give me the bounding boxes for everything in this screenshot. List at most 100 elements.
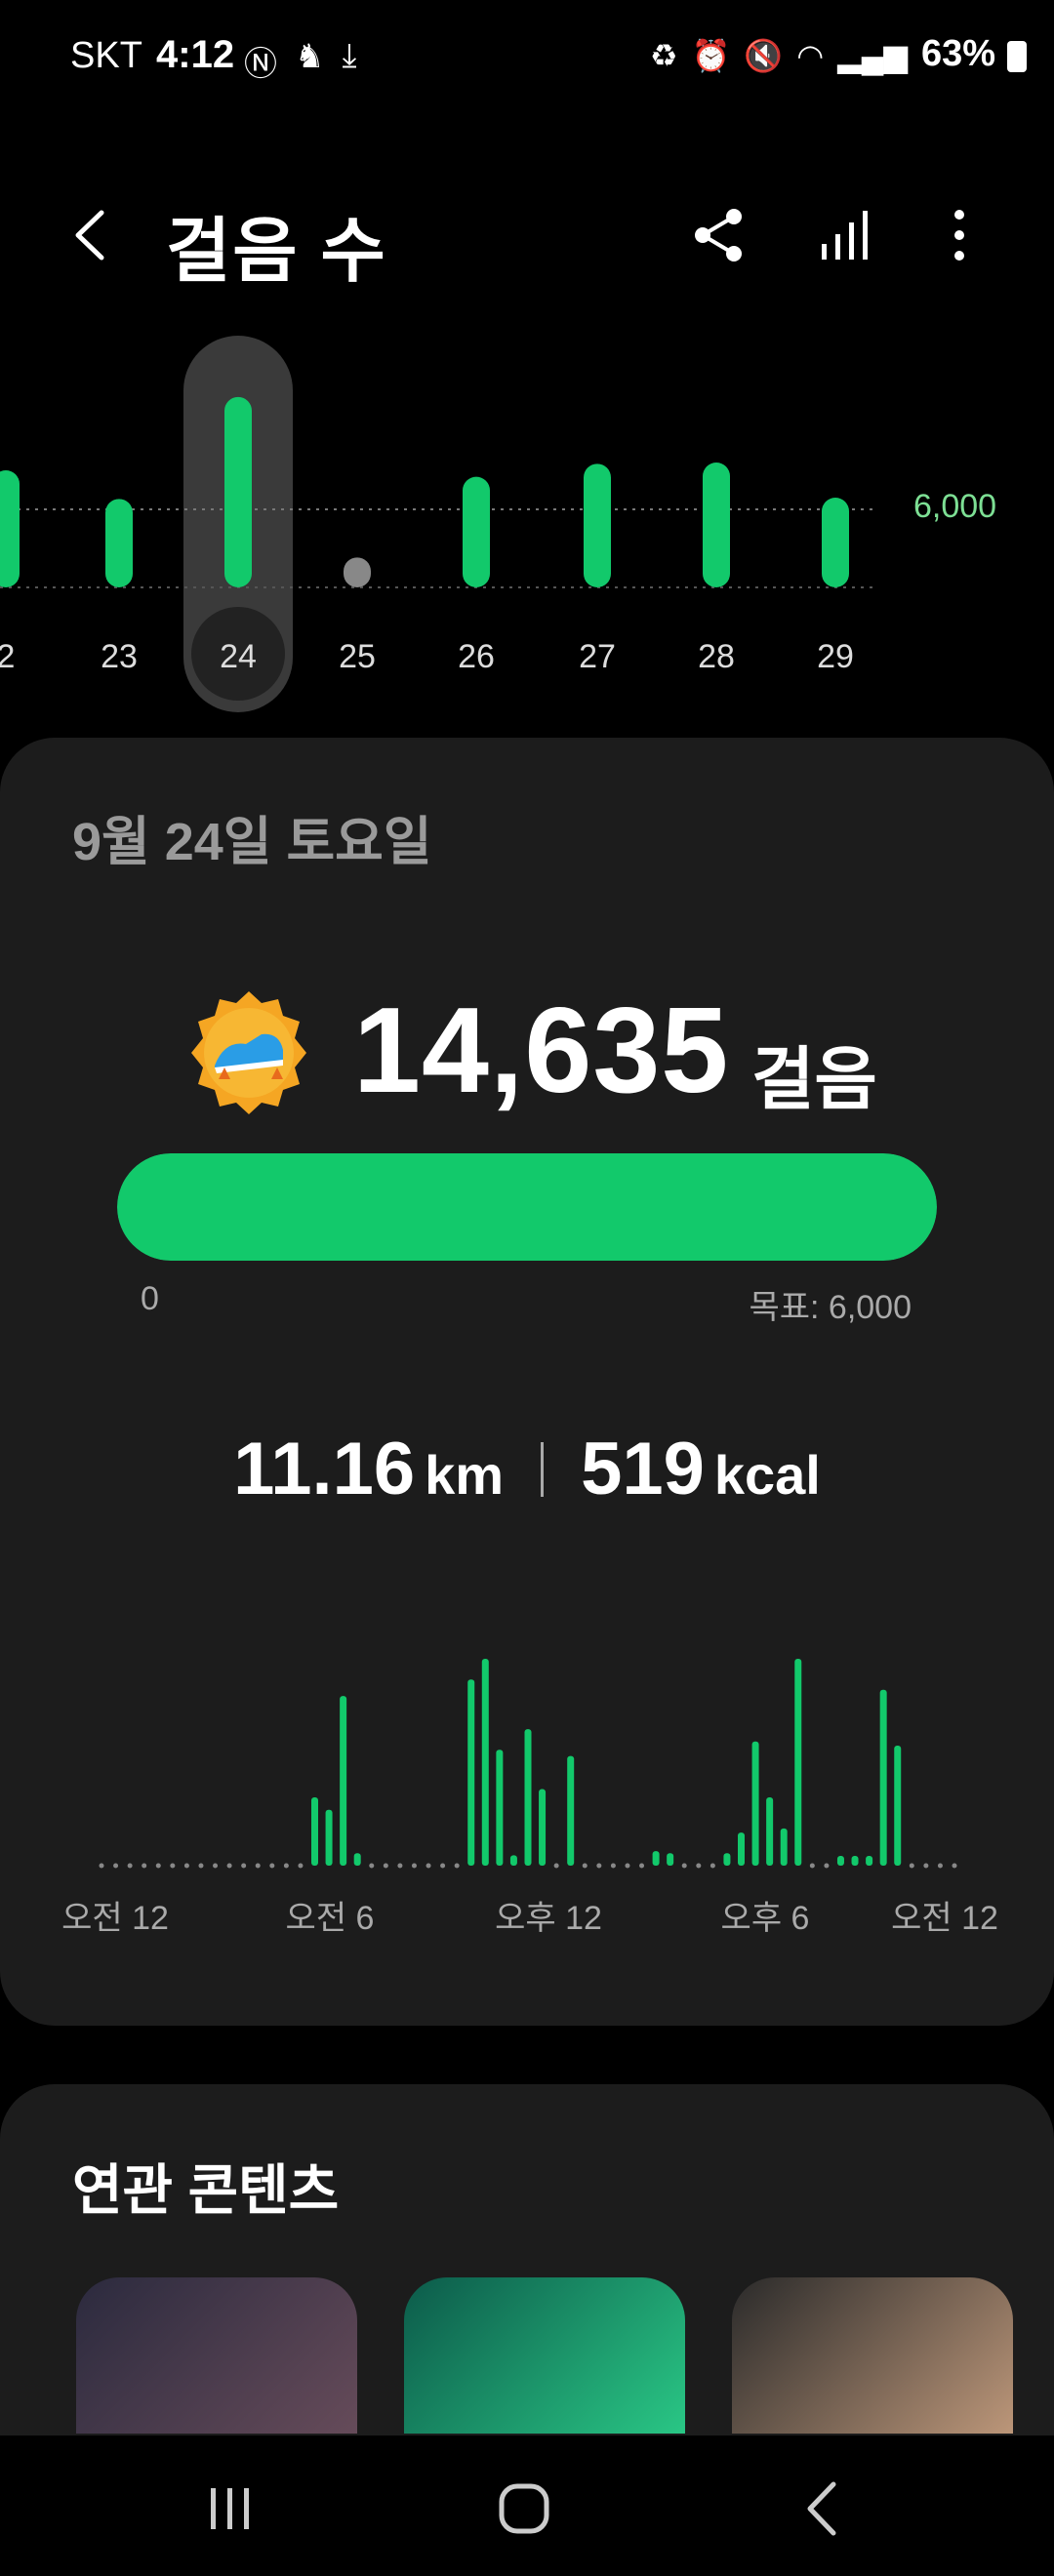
more-options-button[interactable] (925, 201, 993, 269)
milky-way-thumb[interactable] (76, 2277, 357, 2434)
alarm-icon: ⏰ (691, 38, 731, 73)
hour-dot (582, 1863, 588, 1869)
day-bar-24 (224, 396, 252, 587)
system-nav-bar (0, 2435, 1054, 2576)
hour-dot (809, 1863, 815, 1869)
daily-steps-chart[interactable]: 2 23 24 25 26 27 28 29 6,000 (0, 332, 1054, 722)
hour-bar (652, 1851, 660, 1866)
share-button[interactable] (685, 201, 753, 269)
stats-button[interactable] (812, 201, 880, 269)
home-button[interactable] (480, 2465, 568, 2553)
daily-bars: 2 23 24 25 26 27 28 29 (0, 336, 878, 712)
distance-unit: km (425, 1444, 505, 1506)
distance-value: 11.16 (233, 1428, 416, 1510)
calories-unit: kcal (713, 1444, 821, 1506)
day-bar-23 (105, 499, 133, 587)
day-label-26: 26 (458, 638, 495, 675)
wifi-icon: ◠ (796, 38, 825, 73)
recycle-icon: ♻ (649, 38, 678, 73)
hour-dot (426, 1863, 431, 1869)
hour-bar (667, 1853, 674, 1866)
recents-button[interactable] (185, 2465, 273, 2553)
game-icon: ♞ (295, 38, 325, 75)
hour-dot (127, 1863, 133, 1869)
status-bar: SKT 4:12 Ⓝ ♞ ⤓ ♻ ⏰ 🔇 ◠ ▂▄▆ 63% (0, 0, 1054, 115)
hour-bar (353, 1853, 361, 1866)
day-label-29: 29 (817, 638, 854, 675)
hour-dot (226, 1863, 232, 1869)
home-icon (499, 2483, 549, 2534)
hour-bar (325, 1809, 333, 1866)
related-content-title: 연관 콘텐츠 (72, 2159, 340, 2221)
fitness-man-thumb[interactable] (732, 2277, 1013, 2434)
day-bar-28 (703, 463, 730, 587)
hour-bar (467, 1679, 475, 1866)
selected-date: 9월 24일 토요일 (72, 813, 432, 871)
hour-dot (183, 1863, 189, 1869)
hour-bar (539, 1789, 547, 1866)
hour-label-2: 오후 12 (495, 1900, 602, 1937)
green-swirl-thumb[interactable] (404, 2277, 685, 2434)
day-label-2: 2 (0, 638, 15, 675)
hour-dot (255, 1863, 261, 1869)
hour-dot (625, 1863, 630, 1869)
related-thumbnails (76, 2277, 1054, 2434)
system-back-button[interactable] (779, 2465, 867, 2553)
back-button[interactable] (59, 201, 127, 269)
day-label-23: 23 (101, 638, 138, 675)
hour-dot (937, 1863, 943, 1869)
hourly-steps-chart (0, 1639, 1054, 1932)
hourly-bars (99, 1659, 957, 1869)
signal-icon: ▂▄▆ (837, 38, 908, 73)
steps-count: 14,635 (353, 984, 730, 1118)
day-label-25: 25 (339, 638, 376, 675)
hour-label-4: 오전 12 (891, 1900, 998, 1937)
hour-bar (794, 1659, 802, 1866)
progress-min-label: 0 (141, 1280, 159, 1317)
goal-line-label: 6,000 (913, 488, 997, 525)
hour-bar (311, 1797, 318, 1866)
hour-label-0: 오전 12 (61, 1900, 169, 1937)
status-icons-right: ♻ ⏰ 🔇 ◠ ▂▄▆ (650, 37, 908, 74)
hour-dot (397, 1863, 403, 1869)
progress-goal-label: 목표: 6,000 (749, 1289, 912, 1326)
hour-dot (681, 1863, 687, 1869)
day-bar-27 (584, 463, 611, 587)
shoe-medal-icon (191, 991, 306, 1114)
carrier-label: SKT (70, 35, 142, 76)
hour-dot (923, 1863, 929, 1869)
day-bar-26 (463, 476, 490, 587)
hour-dot (369, 1863, 375, 1869)
nfc-icon: Ⓝ (244, 46, 277, 83)
day-bar-29 (822, 498, 849, 587)
distance-calories-row: 11.16 km 519 kcal (0, 1427, 1054, 1511)
hour-label-1: 오전 6 (285, 1900, 375, 1937)
hour-dot (198, 1863, 204, 1869)
hour-label-3: 오후 6 (720, 1900, 810, 1937)
hour-dot (454, 1863, 460, 1869)
day-bar-25 (344, 557, 371, 587)
hour-dot (99, 1863, 104, 1869)
bar-chart-icon (822, 211, 868, 260)
page-title: 걸음 수 (166, 213, 387, 291)
hour-dot (639, 1863, 645, 1869)
mute-icon: 🔇 (744, 38, 784, 73)
hour-dot (411, 1863, 417, 1869)
status-icons-left: Ⓝ ♞ ⤓ (244, 37, 357, 85)
hour-dot (824, 1863, 830, 1869)
hour-dot (213, 1863, 219, 1869)
hour-bar (851, 1856, 859, 1866)
hour-dot (269, 1863, 275, 1869)
download-icon: ⤓ (342, 37, 357, 74)
back-icon (75, 210, 104, 261)
more-vertical-icon (954, 210, 964, 261)
battery-percent: 63% (920, 33, 995, 74)
hour-dot (709, 1863, 715, 1869)
hour-dot (696, 1863, 702, 1869)
goal-progress-bar (117, 1153, 937, 1261)
hour-bar (567, 1755, 575, 1866)
hour-bar (879, 1689, 887, 1866)
share-icon (695, 209, 742, 262)
battery-icon (1007, 41, 1027, 72)
hour-dot (553, 1863, 559, 1869)
